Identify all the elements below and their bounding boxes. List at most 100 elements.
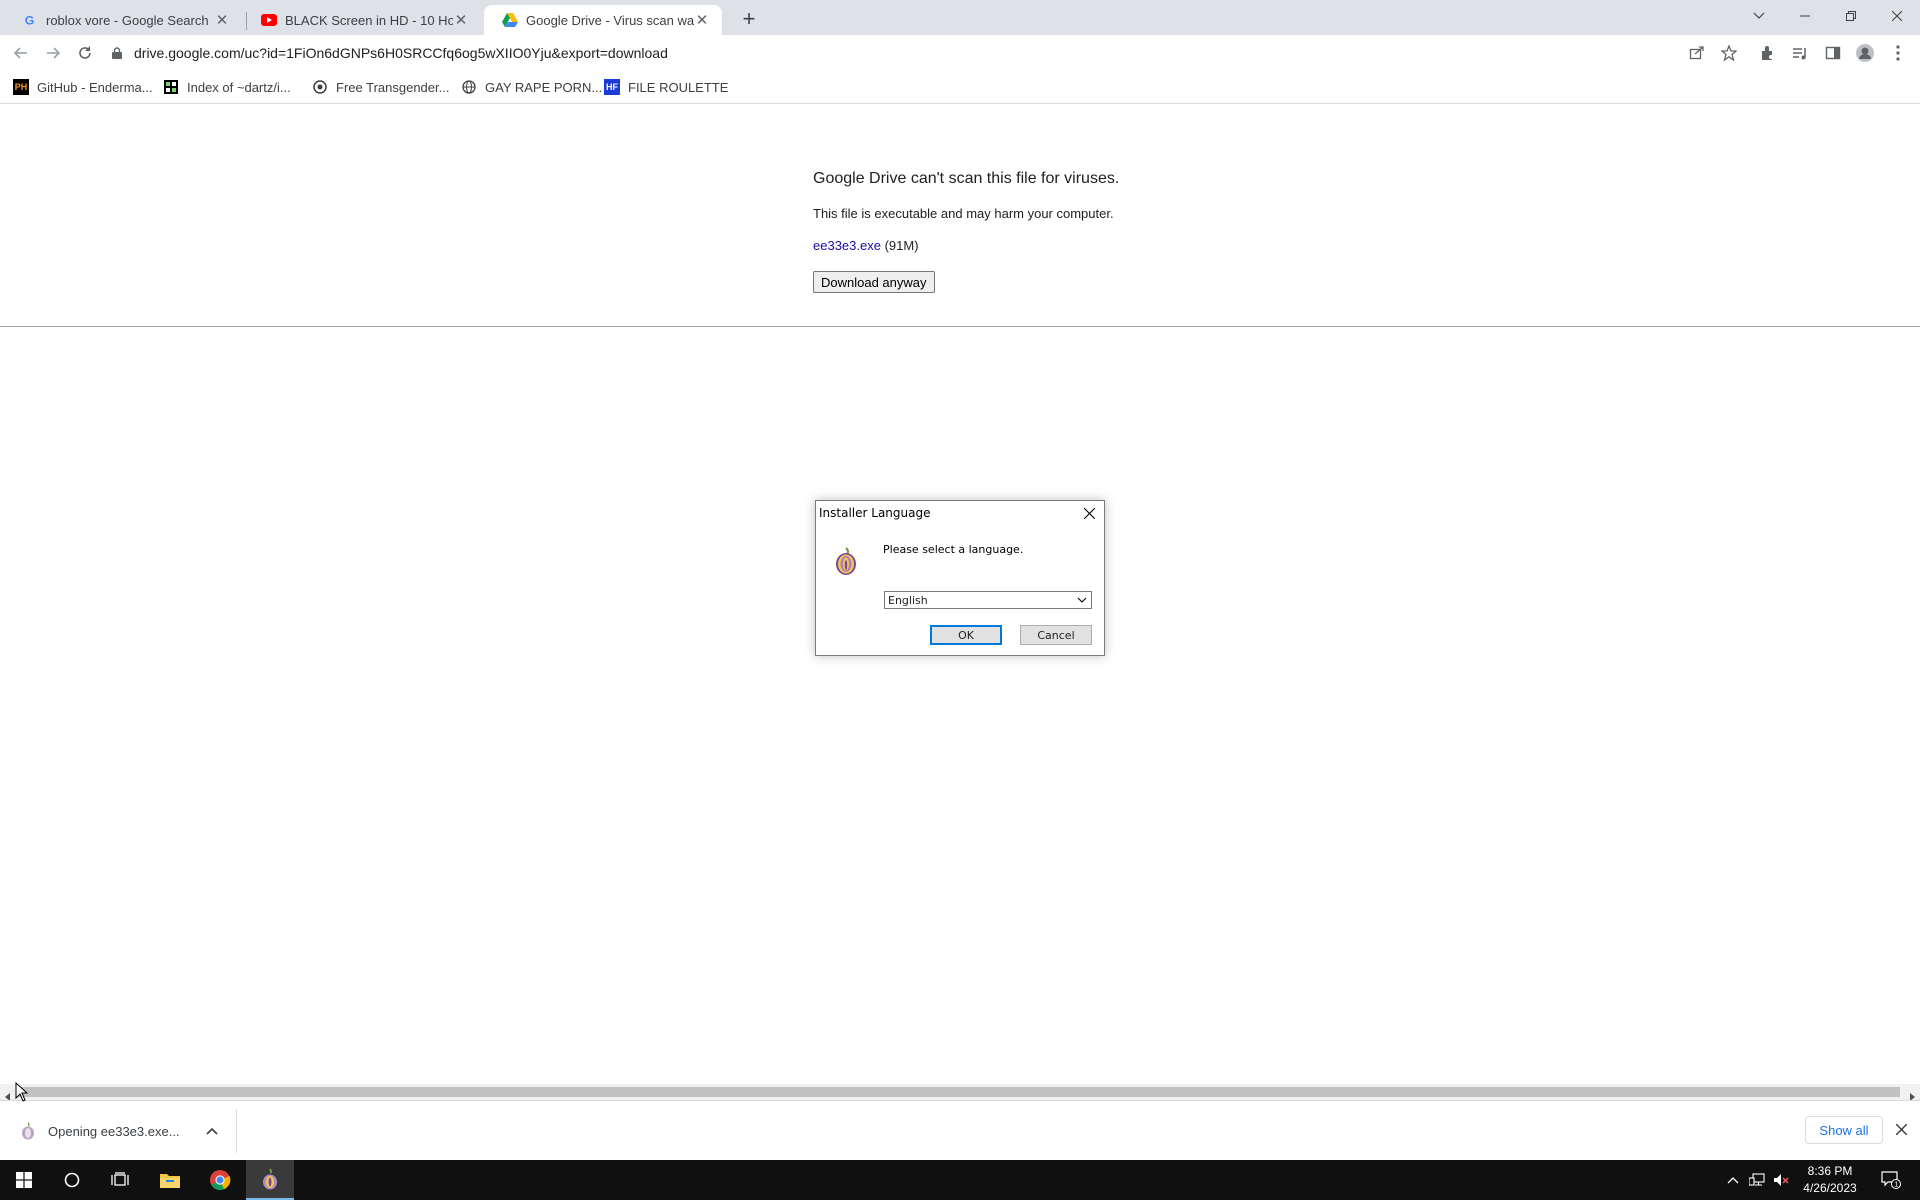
google-icon: G xyxy=(22,12,38,28)
bookmark-github[interactable]: PH GitHub - Enderma... xyxy=(13,77,153,97)
minimize-button[interactable] xyxy=(1782,0,1828,32)
ok-button[interactable]: OK xyxy=(930,625,1002,645)
bookmark-file-roulette[interactable]: HF FILE ROULETTE xyxy=(604,77,728,97)
installer-language-dialog: Installer Language Please select a langu… xyxy=(815,500,1105,656)
hf-icon: HF xyxy=(604,79,620,95)
tor-file-icon xyxy=(20,1122,36,1140)
tab-google-search[interactable]: G roblox vore - Google Search ✕ xyxy=(4,5,242,35)
file-info: ee33e3.exe (91M) xyxy=(813,238,919,253)
start-button[interactable] xyxy=(0,1160,48,1200)
file-explorer-button[interactable] xyxy=(146,1160,194,1200)
cortana-circle-icon xyxy=(64,1172,80,1188)
bookmark-label: Free Transgender... xyxy=(336,79,450,95)
tab-title: BLACK Screen in HD - 10 Hours xyxy=(285,12,453,28)
forward-button[interactable] xyxy=(41,41,65,65)
share-icon[interactable] xyxy=(1687,43,1707,63)
file-size: (91M) xyxy=(884,238,919,253)
horizontal-scrollbar[interactable] xyxy=(0,1084,1920,1101)
scroll-right-icon[interactable] xyxy=(1908,1088,1916,1101)
bookmark-free-transgender[interactable]: Free Transgender... xyxy=(312,77,449,97)
scrollbar-thumb[interactable] xyxy=(16,1087,1900,1097)
close-icon xyxy=(1083,507,1095,519)
system-clock[interactable]: 8:36 PM 4/26/2023 xyxy=(1790,1163,1870,1197)
windows-taskbar: 8:36 PM 4/26/2023 1 xyxy=(0,1160,1920,1200)
network-icon[interactable] xyxy=(1747,1170,1767,1190)
media-controls-icon[interactable] xyxy=(1790,43,1810,63)
clock-date: 4/26/2023 xyxy=(1803,1181,1857,1195)
tab-youtube[interactable]: BLACK Screen in HD - 10 Hours ✕ xyxy=(243,5,481,35)
tor-onion-icon xyxy=(263,1168,277,1190)
task-view-icon xyxy=(111,1172,129,1186)
download-anyway-button[interactable]: Download anyway xyxy=(813,271,935,293)
forward-arrow-icon xyxy=(47,47,61,59)
dialog-message: Please select a language. xyxy=(883,543,1024,556)
back-button[interactable] xyxy=(9,41,33,65)
close-shelf-icon[interactable] xyxy=(1892,1120,1910,1138)
browser-toolbar: drive.google.com/uc?id=1FiOn6dGNPs6H0SRC… xyxy=(0,35,1920,71)
bookmark-index[interactable]: Index of ~dartz/i... xyxy=(163,77,291,97)
bookmark-globe[interactable]: GAY RAPE PORN... xyxy=(461,77,602,97)
close-window-button[interactable] xyxy=(1874,0,1920,32)
extensions-icon[interactable] xyxy=(1758,43,1778,63)
back-arrow-icon xyxy=(13,47,27,59)
volume-muted-icon[interactable] xyxy=(1771,1170,1791,1190)
notification-count: 1 xyxy=(1894,1182,1898,1189)
download-shelf: Opening ee33e3.exe... Show all xyxy=(0,1100,1920,1161)
windows-icon xyxy=(16,1172,32,1188)
folder-icon xyxy=(160,1174,180,1188)
profile-avatar-icon[interactable] xyxy=(1855,43,1875,63)
site-icon xyxy=(312,79,328,95)
chrome-button[interactable] xyxy=(196,1160,244,1200)
tab-search-icon[interactable] xyxy=(1736,0,1782,32)
mouse-cursor-icon xyxy=(15,1081,29,1102)
ph-icon: PH xyxy=(13,79,29,95)
google-drive-icon xyxy=(502,12,518,28)
bookmark-star-icon[interactable] xyxy=(1719,43,1739,63)
tray-chevron-up-icon[interactable] xyxy=(1723,1170,1743,1190)
task-view-button[interactable] xyxy=(96,1160,144,1200)
dialog-title: Installer Language xyxy=(819,506,931,520)
chevron-down-icon xyxy=(1077,595,1087,605)
grid-icon xyxy=(163,79,179,95)
bookmarks-bar: PH GitHub - Enderma... Index of ~dartz/i… xyxy=(0,71,1920,104)
bookmark-label: Index of ~dartz/i... xyxy=(187,79,291,95)
side-panel-icon[interactable] xyxy=(1823,43,1843,63)
reload-icon xyxy=(79,46,91,59)
download-item[interactable]: Opening ee33e3.exe... xyxy=(20,1117,180,1145)
address-bar[interactable]: drive.google.com/uc?id=1FiOn6dGNPs6H0SRC… xyxy=(110,39,1750,67)
language-select-value: English xyxy=(888,593,928,607)
language-select[interactable]: English xyxy=(884,591,1092,609)
bookmark-label: GAY RAPE PORN... xyxy=(485,79,603,95)
file-link[interactable]: ee33e3.exe xyxy=(813,238,881,253)
cortana-button[interactable] xyxy=(48,1160,96,1200)
tor-onion-icon xyxy=(833,544,859,576)
tor-installer-button[interactable] xyxy=(246,1160,294,1200)
show-all-button[interactable]: Show all xyxy=(1805,1116,1883,1144)
cancel-button[interactable]: Cancel xyxy=(1020,625,1092,645)
tab-strip: G roblox vore - Google Search ✕ BLACK Sc… xyxy=(0,0,1920,35)
restore-button[interactable] xyxy=(1828,0,1874,32)
divider xyxy=(0,326,1920,327)
download-status: Opening ee33e3.exe... xyxy=(48,1123,180,1139)
tab-close-icon[interactable]: ✕ xyxy=(214,12,230,29)
chevron-up-icon[interactable] xyxy=(204,1123,220,1139)
tab-title: roblox vore - Google Search xyxy=(46,12,209,28)
tab-google-drive[interactable]: Google Drive - Virus scan warning ✕ xyxy=(484,5,722,35)
scroll-left-icon[interactable] xyxy=(4,1088,12,1101)
menu-kebab-icon[interactable] xyxy=(1888,43,1908,63)
notification-center-icon[interactable]: 1 xyxy=(1881,1170,1901,1190)
svg-text:G: G xyxy=(25,13,35,27)
bookmark-label: GitHub - Enderma... xyxy=(37,79,153,95)
tab-close-icon[interactable]: ✕ xyxy=(453,12,469,29)
url-text: drive.google.com/uc?id=1FiOn6dGNPs6H0SRC… xyxy=(134,45,668,61)
reload-button[interactable] xyxy=(73,41,97,65)
youtube-icon xyxy=(261,12,277,28)
warning-text: This file is executable and may harm you… xyxy=(813,206,1114,221)
globe-icon xyxy=(461,79,477,95)
chrome-icon xyxy=(210,1170,231,1191)
dialog-close-button[interactable] xyxy=(1080,504,1098,522)
tab-close-icon[interactable]: ✕ xyxy=(694,12,710,29)
lock-icon[interactable] xyxy=(110,46,124,60)
shelf-divider xyxy=(236,1109,237,1153)
new-tab-button[interactable]: + xyxy=(737,6,761,31)
